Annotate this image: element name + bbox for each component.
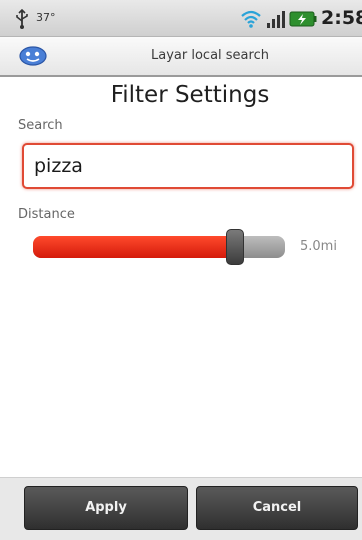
distance-slider-track[interactable] <box>33 236 285 258</box>
apply-button[interactable]: Apply <box>24 486 188 530</box>
layar-logo-icon <box>19 46 47 66</box>
temperature-text: 37° <box>36 11 56 24</box>
wifi-icon <box>241 10 261 28</box>
distance-value-text: 5.0mi <box>300 239 337 254</box>
battery-icon <box>289 11 317 27</box>
page-title: Filter Settings <box>110 82 270 108</box>
search-label: Search <box>18 118 63 133</box>
search-input[interactable] <box>22 143 354 189</box>
cancel-button[interactable]: Cancel <box>196 486 358 530</box>
signal-icon <box>267 11 285 28</box>
distance-slider-fill <box>33 236 235 258</box>
app-title-bar: Layar local search <box>0 37 362 77</box>
clock-text: 2:58 <box>321 7 362 29</box>
distance-slider-thumb[interactable] <box>226 229 244 265</box>
app-title: Layar local search <box>151 48 269 63</box>
usb-icon <box>16 9 28 29</box>
phone-screen: 37° 2:58 Layar local search Filter Setti… <box>0 0 362 540</box>
distance-label: Distance <box>18 207 75 222</box>
status-bar: 37° 2:58 <box>0 0 362 37</box>
